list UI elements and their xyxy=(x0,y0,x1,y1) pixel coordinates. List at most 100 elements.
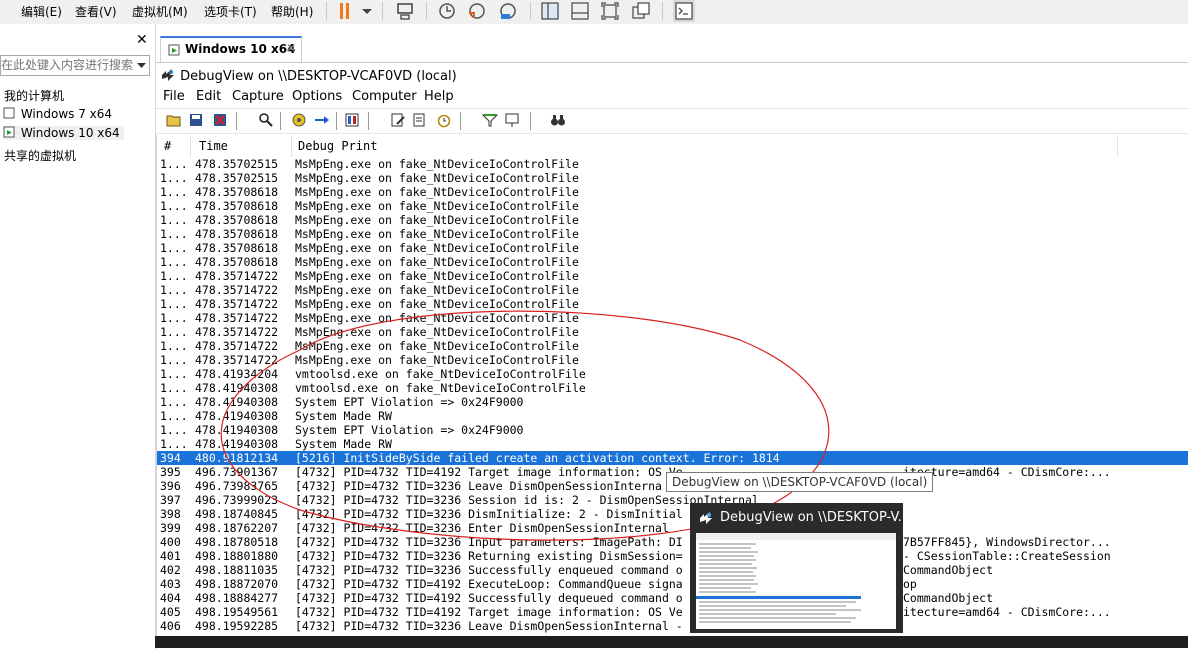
table-row[interactable]: 1... 478.35708618 MsMpEng.exe on fake_NtDe… xyxy=(157,213,1188,227)
binoculars-icon[interactable] xyxy=(550,112,566,128)
save-as-icon[interactable] xyxy=(212,112,228,128)
table-row[interactable]: 397 496.73999023 [4732] PID=4732 TID=3236 … xyxy=(157,493,1188,507)
send-ctrl-alt-del-icon[interactable] xyxy=(394,0,416,22)
table-row[interactable]: 1... 478.35702515 MsMpEng.exe on fake_NtDe… xyxy=(157,157,1188,171)
table-row[interactable]: 1... 478.35714722 MsMpEng.exe on fake_NtDe… xyxy=(157,311,1188,325)
menu-options[interactable]: Options xyxy=(292,89,342,104)
row-debug-print: MsMpEng.exe on fake_NtDeviceIoControlFil… xyxy=(295,199,579,213)
table-row[interactable]: 1... 478.41934204 vmtoolsd.exe on fake_NtD… xyxy=(157,367,1188,381)
library-search-input[interactable] xyxy=(1,56,133,73)
column-divider[interactable] xyxy=(1117,135,1118,157)
table-row[interactable]: 1... 478.35708618 MsMpEng.exe on fake_NtDe… xyxy=(157,199,1188,213)
row-debug-print: MsMpEng.exe on fake_NtDeviceIoControlFil… xyxy=(295,283,579,297)
unity-icon[interactable] xyxy=(630,0,652,22)
table-row[interactable]: 1... 478.41940308 System EPT Violation => … xyxy=(157,423,1188,437)
clear-display-icon[interactable] xyxy=(344,112,360,128)
tree-item-label: Windows 10 x64 xyxy=(20,126,120,140)
menu-edit[interactable]: 编辑(E) xyxy=(21,3,62,20)
find-icon[interactable] xyxy=(258,112,274,128)
row-time: 498.18780518 xyxy=(195,535,279,549)
row-number: 1... xyxy=(160,437,188,451)
row-number: 1... xyxy=(160,157,188,171)
table-row[interactable]: 1... 478.35714722 MsMpEng.exe on fake_NtDe… xyxy=(157,353,1188,367)
table-row[interactable]: 1... 478.41940308 System Made RW xyxy=(157,409,1188,423)
table-row[interactable]: 403 498.18872070 [4732] PID=4732 TID=4192 … xyxy=(157,577,1188,591)
table-row[interactable]: 1... 478.35708618 MsMpEng.exe on fake_NtDe… xyxy=(157,185,1188,199)
console-view-icon[interactable] xyxy=(673,0,695,22)
table-row[interactable]: 1... 478.35714722 MsMpEng.exe on fake_NtDe… xyxy=(157,269,1188,283)
menu-help[interactable]: 帮助(H) xyxy=(271,3,313,20)
table-row[interactable]: 401 498.18801880 [4732] PID=4732 TID=3236 … xyxy=(157,549,1188,563)
taskbar-thumbnail-preview[interactable]: DebugView on \\DESKTOP-V... xyxy=(690,503,910,633)
menu-vm[interactable]: 虚拟机(M) xyxy=(132,3,188,20)
column-header-debug-print[interactable]: Debug Print xyxy=(298,139,377,153)
table-row[interactable]: 1... 478.41940308 vmtoolsd.exe on fake_NtD… xyxy=(157,381,1188,395)
history-depth-icon[interactable] xyxy=(504,112,520,128)
tree-root-my-computer[interactable]: 我的计算机 xyxy=(4,87,64,104)
tree-item-windows-10[interactable]: Windows 10 x64 xyxy=(3,126,124,140)
library-search-box[interactable] xyxy=(0,55,150,76)
tree-item-windows-7[interactable]: Windows 7 x64 xyxy=(3,107,112,121)
column-header-number[interactable]: # xyxy=(164,139,171,153)
snapshot-icon[interactable] xyxy=(436,0,458,22)
row-number: 398 xyxy=(160,507,181,521)
debug-output-list[interactable]: # Time Debug Print 1... 478.35702515 MsMpE… xyxy=(156,135,1188,649)
debugview-titlebar: DebugView on \\DESKTOP-VCAF0VD (local) xyxy=(160,67,457,87)
table-row[interactable]: 1... 478.41940308 System EPT Violation => … xyxy=(157,395,1188,409)
snapshot-manager-icon[interactable] xyxy=(497,0,519,22)
table-row[interactable]: 404 498.18884277 [4732] PID=4732 TID=4192 … xyxy=(157,591,1188,605)
open-icon[interactable] xyxy=(166,112,182,128)
edit-icon[interactable] xyxy=(390,112,406,128)
table-row[interactable]: 406 498.19592285 [4732] PID=4732 TID=3236 … xyxy=(157,619,1188,633)
thumbnail-bar-icon[interactable] xyxy=(569,0,591,22)
menu-file[interactable]: File xyxy=(163,89,185,104)
menu-help[interactable]: Help xyxy=(424,89,454,104)
tab-windows-10[interactable]: Windows 10 x64 ✕ xyxy=(160,36,302,63)
menu-computer[interactable]: Computer xyxy=(352,89,417,104)
row-number: 1... xyxy=(160,241,188,255)
row-debug-print: MsMpEng.exe on fake_NtDeviceIoControlFil… xyxy=(295,213,579,227)
close-library-icon[interactable]: ✕ xyxy=(136,32,148,48)
save-icon[interactable] xyxy=(188,112,204,128)
column-divider[interactable] xyxy=(190,135,191,157)
show-library-icon[interactable] xyxy=(539,0,561,22)
table-row[interactable]: 398 498.18740845 [4732] PID=4732 TID=3236 … xyxy=(157,507,1188,521)
row-debug-print: MsMpEng.exe on fake_NtDeviceIoControlFil… xyxy=(295,325,579,339)
table-row[interactable]: 405 498.19549561 [4732] PID=4732 TID=4192 … xyxy=(157,605,1188,619)
table-row[interactable]: 1... 478.35714722 MsMpEng.exe on fake_NtDe… xyxy=(157,339,1188,353)
autoscroll-arrow-icon[interactable] xyxy=(314,112,330,128)
table-row[interactable]: 399 498.18762207 [4732] PID=4732 TID=3236 … xyxy=(157,521,1188,535)
table-row[interactable]: 1... 478.41940308 System Made RW xyxy=(157,437,1188,451)
table-row[interactable]: 394 480.91812134 [5216] InitSideBySide fai… xyxy=(157,451,1188,465)
search-dropdown-chevron-icon[interactable] xyxy=(137,59,146,73)
filter-icon[interactable] xyxy=(412,112,428,128)
table-row[interactable]: 1... 478.35708618 MsMpEng.exe on fake_NtDe… xyxy=(157,255,1188,269)
table-row[interactable]: 1... 478.35714722 MsMpEng.exe on fake_NtDe… xyxy=(157,283,1188,297)
row-number: 1... xyxy=(160,367,188,381)
menu-tabs[interactable]: 选项卡(T) xyxy=(204,3,257,20)
clock-time-icon[interactable] xyxy=(436,112,452,128)
row-time: 478.35708618 xyxy=(195,199,279,213)
row-time: 478.41934204 xyxy=(195,367,279,381)
full-screen-icon[interactable] xyxy=(599,0,621,22)
capture-icon[interactable] xyxy=(291,112,307,128)
table-row[interactable]: 1... 478.35708618 MsMpEng.exe on fake_NtDe… xyxy=(157,227,1188,241)
table-row[interactable]: 1... 478.35714722 MsMpEng.exe on fake_NtDe… xyxy=(157,297,1188,311)
table-row[interactable]: 400 498.18780518 [4732] PID=4732 TID=3236 … xyxy=(157,535,1188,549)
menu-capture[interactable]: Capture xyxy=(232,89,284,104)
table-row[interactable]: 402 498.18811035 [4732] PID=4732 TID=3236 … xyxy=(157,563,1188,577)
column-divider[interactable] xyxy=(291,135,292,157)
column-header-time[interactable]: Time xyxy=(199,139,228,153)
row-number: 403 xyxy=(160,577,181,591)
table-row[interactable]: 1... 478.35714722 MsMpEng.exe on fake_NtDe… xyxy=(157,325,1188,339)
power-dropdown-chevron-icon[interactable] xyxy=(356,0,378,22)
tree-item-shared-vms[interactable]: 共享的虚拟机 xyxy=(4,147,76,164)
menu-edit[interactable]: Edit xyxy=(196,89,221,104)
pause-icon[interactable] xyxy=(334,0,356,22)
revert-snapshot-icon[interactable] xyxy=(466,0,488,22)
menu-view[interactable]: 查看(V) xyxy=(75,3,117,20)
table-row[interactable]: 1... 478.35702515 MsMpEng.exe on fake_NtDe… xyxy=(157,171,1188,185)
close-tab-icon[interactable]: ✕ xyxy=(286,41,296,55)
table-row[interactable]: 1... 478.35708618 MsMpEng.exe on fake_NtDe… xyxy=(157,241,1188,255)
highlight-filter-icon[interactable] xyxy=(482,112,498,128)
